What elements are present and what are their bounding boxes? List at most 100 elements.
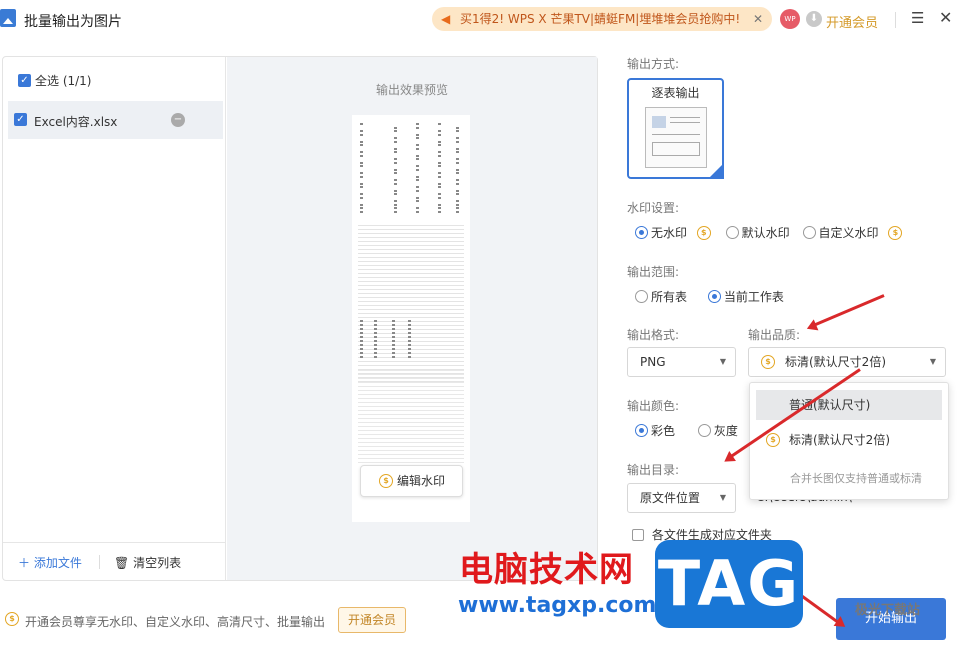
preview-cell <box>438 175 441 178</box>
dropdown-item-normal[interactable]: 普通(默认尺寸) <box>756 390 942 420</box>
preview-cell <box>360 340 363 342</box>
preview-row <box>358 269 464 270</box>
list-item[interactable]: ✓ Excel内容.xlsx − <box>8 101 223 139</box>
preview-cell <box>408 352 411 354</box>
preview-cell <box>416 200 419 202</box>
preview-cell <box>408 324 411 326</box>
preview-cell <box>360 328 363 330</box>
preview-cell <box>416 179 419 181</box>
radio-all-sheets[interactable]: 所有表 <box>632 288 687 305</box>
preview-cell <box>456 193 459 195</box>
preview-cell <box>360 348 363 350</box>
promo-close-icon[interactable]: ✕ <box>753 7 763 31</box>
preview-cell <box>360 336 363 338</box>
preview-cell <box>438 140 441 143</box>
title-bar: 批量输出为图片 ◀ 买1得2! WPS X 芒果TV|蜻蜓FM|埋堆堆会员抢购中… <box>0 0 969 40</box>
preview-cell <box>394 158 397 160</box>
preview-cell <box>394 130 397 132</box>
preview-cell <box>438 196 441 199</box>
preview-row <box>358 317 464 318</box>
vip-coin-icon: $ <box>761 355 775 369</box>
preview-cell <box>416 158 419 160</box>
preview-cell <box>416 154 419 157</box>
radio-icon <box>635 424 648 437</box>
edit-watermark-button[interactable]: $ 编辑水印 <box>360 465 463 497</box>
preview-row <box>358 386 464 387</box>
dir-select[interactable]: 原文件位置 ▼ <box>627 483 736 513</box>
format-select[interactable]: PNG ▼ <box>627 347 736 377</box>
format-label: 输出格式: <box>627 328 680 342</box>
preview-cell <box>408 356 411 358</box>
radio-default-watermark[interactable]: 默认水印 <box>723 224 790 241</box>
preview-row <box>358 285 464 286</box>
preview-row <box>358 297 464 298</box>
preview-cell <box>456 126 459 129</box>
dropdown-item-hd[interactable]: $ 标清(默认尺寸2倍) <box>756 425 942 455</box>
preview-cell <box>360 172 363 174</box>
promo-banner[interactable]: ◀ 买1得2! WPS X 芒果TV|蜻蜓FM|埋堆堆会员抢购中! ✕ <box>432 7 772 31</box>
preview-cell <box>360 320 363 322</box>
radio-label: 灰度 <box>713 424 738 438</box>
radio-grayscale[interactable]: 灰度 <box>695 422 738 439</box>
preview-cell <box>416 133 419 136</box>
preview-cell <box>456 172 459 174</box>
preview-row <box>358 313 464 314</box>
preview-cell <box>392 328 395 330</box>
preview-cell <box>392 320 395 322</box>
remove-icon[interactable]: − <box>171 113 185 127</box>
preview-cell <box>408 332 411 334</box>
watermark-label: 水印设置: <box>627 201 680 215</box>
preview-cell <box>438 210 441 213</box>
radio-color[interactable]: 彩色 <box>632 422 675 439</box>
clear-list-button[interactable]: 🗑 清空列表 <box>114 554 181 571</box>
preview-cell <box>416 147 419 150</box>
close-icon[interactable]: ✕ <box>939 8 952 27</box>
preview-cell <box>360 324 363 326</box>
add-file-button[interactable]: ＋ 添加文件 <box>18 554 82 571</box>
preview-cell <box>360 165 363 167</box>
preview-cell <box>416 126 419 129</box>
checkbox-icon[interactable]: ✓ <box>14 113 27 126</box>
vip-coin-icon: $ <box>5 612 19 626</box>
file-name: Excel内容.xlsx <box>34 115 118 129</box>
radio-no-watermark[interactable]: 无水印 <box>632 224 687 241</box>
footer-vip-button[interactable]: 开通会员 <box>338 607 406 633</box>
radio-current-sheet[interactable]: 当前工作表 <box>705 288 784 305</box>
preview-cell <box>416 137 419 139</box>
preview-cell <box>394 147 397 150</box>
mode-card-per-sheet[interactable]: 逐表输出 <box>627 78 724 179</box>
preview-cell <box>416 189 419 192</box>
preview-cell <box>360 144 363 146</box>
header-divider <box>895 12 896 28</box>
chevron-down-icon: ▼ <box>719 357 726 366</box>
menu-icon[interactable]: ☰ <box>911 9 924 27</box>
preview-cell <box>416 207 419 209</box>
preview-row <box>358 249 464 250</box>
preview-cell <box>394 179 397 181</box>
preview-cell <box>438 207 441 209</box>
avatar[interactable]: WP <box>780 9 800 29</box>
vip-link[interactable]: 开通会员 <box>826 12 878 31</box>
preview-row <box>358 289 464 290</box>
vip-coin-icon: $ <box>766 433 780 447</box>
quality-select[interactable]: $ 标清(默认尺寸2倍) ▼ <box>748 347 946 377</box>
preview-cell <box>456 182 459 185</box>
vip-icon: ⬇ <box>806 11 822 27</box>
preview-cell <box>394 140 397 143</box>
radio-custom-watermark[interactable]: 自定义水印 <box>800 224 879 241</box>
select-all-checkbox[interactable]: ✓ 全选 (1/1) <box>14 72 92 89</box>
watermark-cn-text: 电脑技术网 <box>459 550 634 590</box>
footer-promo-text: 开通会员尊享无水印、自定义水印、高清尺寸、批量输出 <box>25 615 326 629</box>
radio-icon <box>697 424 711 437</box>
preview-cell <box>456 207 459 209</box>
dir-value: 原文件位置 <box>640 491 701 505</box>
preview-cell <box>394 182 397 185</box>
preview-area: 输出效果预览 $ 编辑水印 <box>227 57 597 580</box>
preview-cell <box>374 336 377 338</box>
preview-cell <box>416 186 419 188</box>
preview-cell <box>394 168 397 171</box>
preview-cell <box>438 130 441 132</box>
preview-row <box>358 442 464 443</box>
preview-cell <box>394 200 397 202</box>
preview-cell <box>360 196 363 199</box>
